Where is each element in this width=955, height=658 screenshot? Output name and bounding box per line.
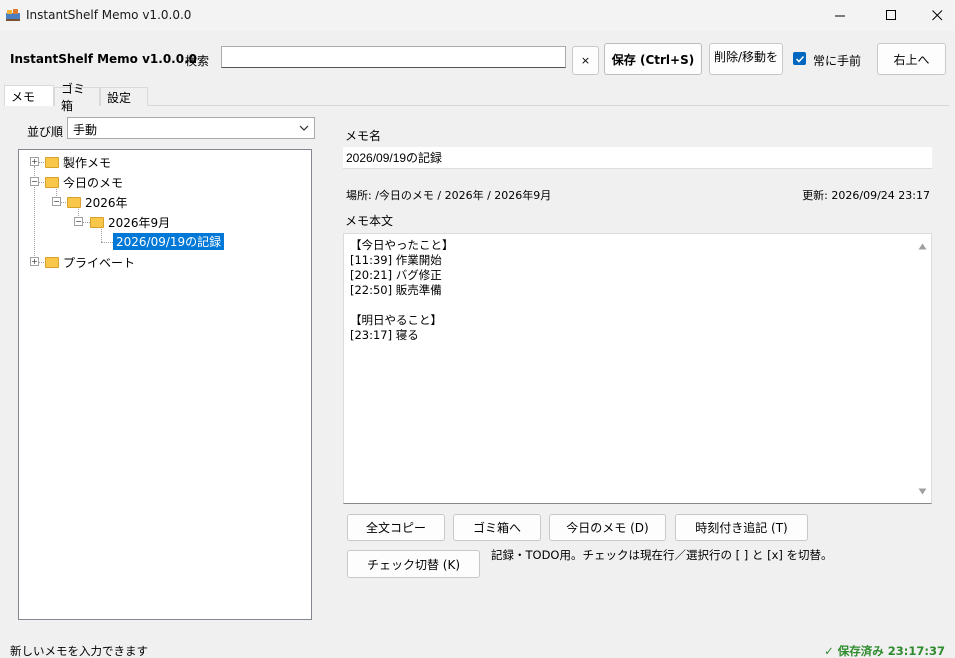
- memo-name-input[interactable]: [343, 147, 932, 169]
- tab-settings[interactable]: 設定: [100, 87, 148, 106]
- move-to-trash-button[interactable]: ゴミ箱へ: [453, 514, 541, 541]
- close-button[interactable]: [914, 0, 955, 31]
- expand-icon[interactable]: +: [30, 257, 39, 266]
- close-icon: [931, 10, 942, 21]
- chevron-down-icon: [298, 122, 310, 137]
- vertical-scrollbar[interactable]: [914, 234, 931, 503]
- scroll-down-icon[interactable]: [918, 484, 927, 498]
- sort-order-select[interactable]: 手動: [67, 117, 315, 139]
- collapse-icon[interactable]: −: [74, 217, 83, 226]
- folder-icon: [67, 196, 81, 208]
- minimize-button[interactable]: [817, 0, 863, 31]
- always-on-top-checkbox[interactable]: [793, 52, 806, 65]
- body-line: 【今日やったこと】: [350, 238, 454, 252]
- tree-item-record-2026-09-19[interactable]: 2026/09/19の記録: [113, 232, 225, 250]
- tree-item-year-2026[interactable]: 2026年: [67, 194, 128, 210]
- body-line: [11:39] 作業開始: [350, 253, 442, 267]
- tree-connector: [101, 242, 113, 243]
- body-line: [22:50] 販売準備: [350, 283, 442, 297]
- tree-item-private[interactable]: プライベート: [45, 254, 135, 270]
- memo-body-text: 【今日やったこと】 [11:39] 作業開始 [20:21] バグ修正 [22:…: [350, 238, 454, 343]
- window-title: InstantShelf Memo v1.0.0.0: [26, 8, 192, 22]
- tree-item-label: 2026/09/19の記録: [113, 232, 225, 250]
- usage-hint: 記録・TODO用。チェックは現在行／選択行の [ ] と [x] を切替。: [491, 548, 833, 562]
- delete-move-button[interactable]: 削除/移動を: [709, 43, 783, 75]
- tree-item-month-2026-09[interactable]: 2026年9月: [90, 214, 170, 230]
- body-line: [23:17] 寝る: [350, 328, 419, 342]
- body-line: [350, 298, 454, 313]
- folder-icon: [45, 256, 59, 268]
- tree-item-today-memo[interactable]: 今日のメモ: [45, 174, 123, 190]
- body-line: [20:21] バグ修正: [350, 268, 442, 282]
- minimize-icon: [834, 15, 845, 17]
- folder-icon: [45, 156, 59, 168]
- scroll-up-icon[interactable]: [918, 239, 927, 253]
- tree-item-label: 今日のメモ: [63, 175, 124, 190]
- collapse-icon[interactable]: −: [30, 177, 39, 186]
- today-memo-button[interactable]: 今日のメモ (D): [549, 514, 666, 541]
- copy-all-button[interactable]: 全文コピー: [347, 514, 445, 541]
- updated-timestamp: 更新: 2026/09/24 23:17: [802, 189, 930, 202]
- folder-icon: [90, 216, 104, 228]
- maximize-button[interactable]: [868, 0, 914, 31]
- expand-icon[interactable]: +: [30, 157, 39, 166]
- folder-icon: [45, 176, 59, 188]
- app-logo-icon: [6, 8, 20, 21]
- memo-name-label: メモ名: [345, 129, 382, 143]
- always-on-top-label[interactable]: 常に手前: [813, 52, 861, 69]
- timestamp-append-button[interactable]: 時刻付き追記 (T): [675, 514, 808, 541]
- move-top-right-button[interactable]: 右上へ: [877, 43, 946, 75]
- memo-body-textarea[interactable]: 【今日やったこと】 [11:39] 作業開始 [20:21] バグ修正 [22:…: [343, 233, 932, 504]
- search-input[interactable]: [221, 46, 566, 68]
- maximize-icon: [885, 10, 896, 20]
- collapse-icon[interactable]: −: [52, 197, 61, 206]
- tab-trash[interactable]: ゴミ箱: [54, 82, 100, 113]
- sort-order-value: 手動: [73, 123, 98, 137]
- clear-search-button[interactable]: ×: [572, 46, 599, 75]
- title-bar: InstantShelf Memo v1.0.0.0: [0, 0, 955, 31]
- tab-memo[interactable]: メモ: [4, 85, 54, 106]
- body-line: 【明日やること】: [350, 313, 442, 327]
- memo-tree[interactable]: + 製作メモ − 今日のメモ − 2026年 − 2026年9月 2026/09…: [18, 149, 312, 620]
- save-button[interactable]: 保存 (Ctrl+S): [604, 43, 702, 75]
- app-name-label: InstantShelf Memo v1.0.0.0: [10, 52, 198, 66]
- status-message: 新しいメモを入力できます: [10, 644, 148, 658]
- tree-item-label: 製作メモ: [63, 155, 112, 170]
- checkmark-icon: [795, 55, 804, 63]
- location-path: 場所: /今日のメモ / 2026年 / 2026年9月: [346, 189, 552, 202]
- tree-item-label: プライベート: [63, 255, 136, 270]
- tree-item-production-memo[interactable]: 製作メモ: [45, 154, 111, 170]
- save-status-badge: ✓ 保存済み 23:17:37: [824, 644, 945, 658]
- search-label: 検索: [185, 54, 210, 68]
- memo-body-label: メモ本文: [345, 214, 394, 228]
- toggle-check-button[interactable]: チェック切替 (K): [347, 550, 480, 578]
- sort-label: 並び順: [27, 125, 64, 139]
- tree-item-label: 2026年9月: [108, 215, 171, 230]
- tree-item-label: 2026年: [85, 195, 128, 210]
